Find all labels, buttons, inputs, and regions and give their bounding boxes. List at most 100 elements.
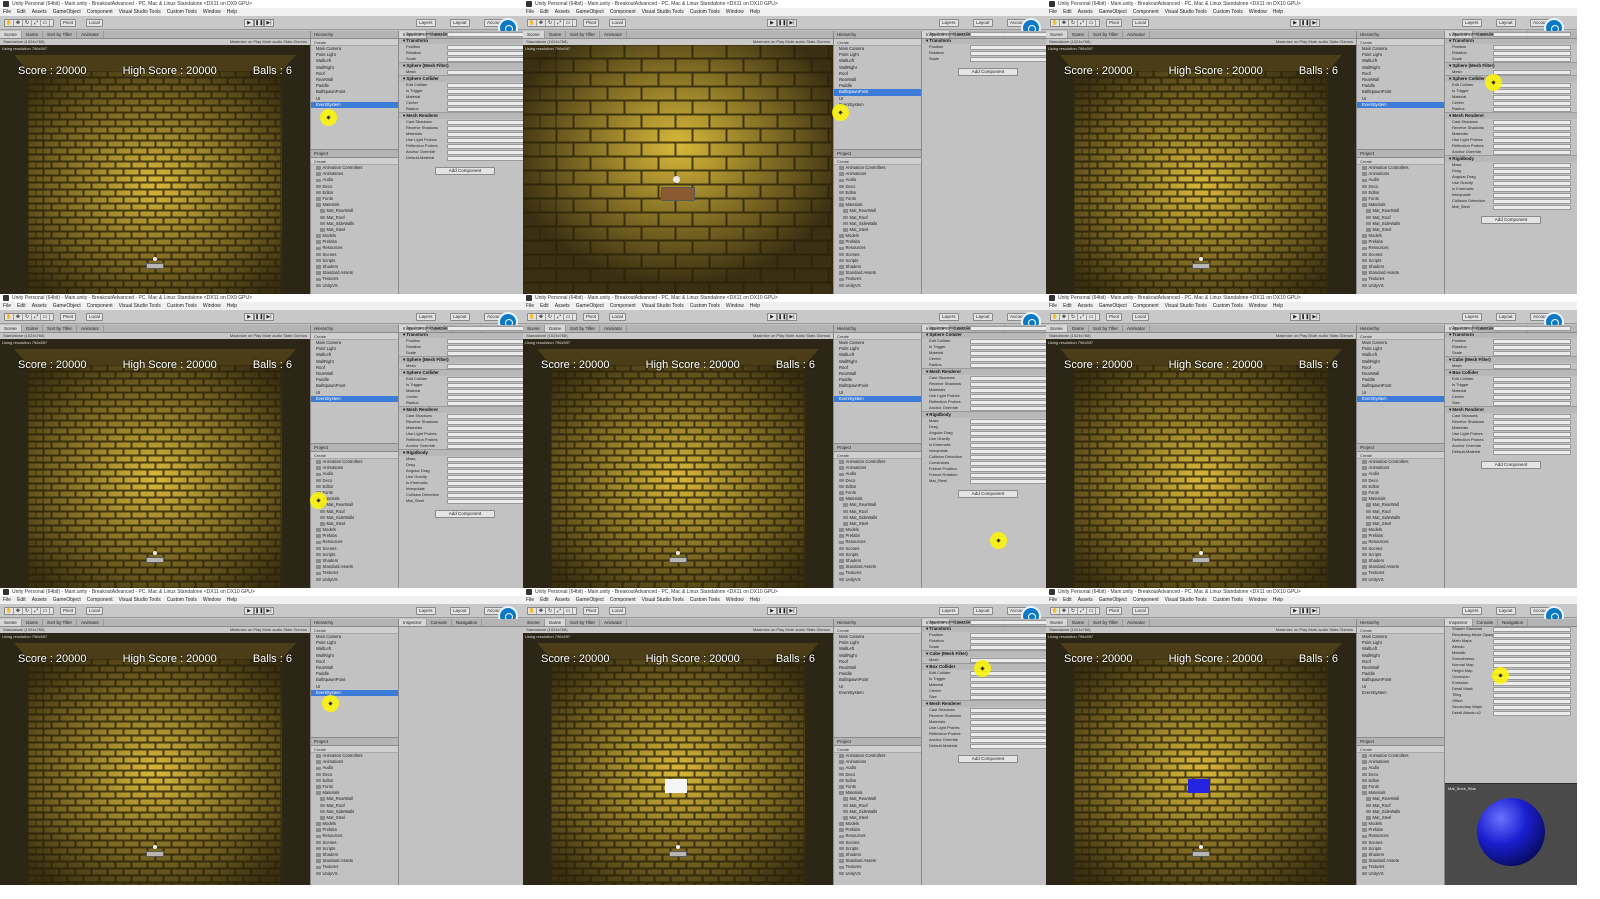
tab-scene[interactable]: Scene <box>0 619 22 626</box>
rect-tool-icon[interactable]: ▭ <box>41 608 50 614</box>
menu-assets[interactable]: Assets <box>552 596 573 604</box>
property-field[interactable] <box>1493 633 1571 638</box>
add-component-button[interactable]: Add Component <box>958 755 1018 763</box>
play-icon[interactable]: ▶ <box>767 313 777 321</box>
property-field[interactable] <box>1493 401 1571 406</box>
property-field[interactable] <box>970 677 1048 682</box>
pause-icon[interactable]: ❚❚ <box>777 607 787 615</box>
project-create-dropdown[interactable]: Create <box>1357 746 1444 753</box>
menu-component[interactable]: Component <box>84 596 116 604</box>
pivot-toggle[interactable]: Pivot <box>583 607 600 615</box>
property-field[interactable] <box>1493 193 1571 198</box>
layers-dropdown[interactable]: Layers <box>416 19 436 27</box>
hierarchy-create-dropdown[interactable]: Create <box>311 39 398 46</box>
layers-dropdown[interactable]: Layers <box>416 313 436 321</box>
pivot-toggle[interactable]: Pivot <box>60 313 77 321</box>
rotate-tool-icon[interactable]: ↻ <box>546 20 555 26</box>
hierarchy-item[interactable]: EventSystem <box>1357 690 1444 696</box>
tab-game[interactable]: Game <box>544 325 567 332</box>
transform-tools[interactable]: ✋ ✥ ↻ ⤢ ▭ <box>1050 19 1100 27</box>
property-field[interactable] <box>447 57 525 62</box>
project-item[interactable]: UnityVS <box>834 577 921 583</box>
property-field[interactable] <box>1493 70 1571 75</box>
layout-dropdown[interactable]: Layout <box>973 19 993 27</box>
menu-window[interactable]: Window <box>200 596 224 604</box>
hierarchy-item[interactable]: EventSystem <box>311 395 398 402</box>
game-viewport[interactable]: Using resolution 796x597 Score : 20000 H… <box>0 339 310 591</box>
menu-custom-tools[interactable]: Custom Tools <box>164 596 200 604</box>
tab-game[interactable]: Game <box>1068 31 1090 38</box>
property-field[interactable] <box>447 487 525 492</box>
display-resolution-dropdown[interactable]: Standalone (1024x768) <box>3 627 45 632</box>
component-header[interactable]: ▾ Sphere Collider <box>1445 75 1577 82</box>
property-field[interactable] <box>447 426 525 431</box>
add-component-button[interactable]: Add Component <box>1481 216 1541 224</box>
pause-icon[interactable]: ❚❚ <box>254 313 264 321</box>
step-icon[interactable]: ▶| <box>264 19 274 27</box>
property-field[interactable] <box>970 394 1048 399</box>
property-field[interactable] <box>447 432 525 437</box>
move-tool-icon[interactable]: ✥ <box>1060 314 1069 320</box>
layers-dropdown[interactable]: Layers <box>939 313 959 321</box>
local-global-toggle[interactable]: Local <box>1132 607 1149 615</box>
menu-help[interactable]: Help <box>1270 302 1286 310</box>
project-tab[interactable]: Project <box>1357 738 1444 746</box>
property-field[interactable] <box>970 720 1048 725</box>
property-field[interactable] <box>1493 450 1571 455</box>
property-field[interactable] <box>1493 83 1571 88</box>
hand-tool-icon[interactable]: ✋ <box>1051 608 1060 614</box>
tab-scene[interactable]: Scene <box>0 325 22 332</box>
pivot-toggle[interactable]: Pivot <box>1106 313 1123 321</box>
menu-help[interactable]: Help <box>224 8 240 16</box>
hierarchy-create-dropdown[interactable]: Create <box>834 627 921 634</box>
scale-tool-icon[interactable]: ⤢ <box>32 314 41 320</box>
property-field[interactable] <box>447 126 525 131</box>
menu-edit[interactable]: Edit <box>14 302 29 310</box>
hierarchy-create-dropdown[interactable]: Create <box>1357 39 1444 46</box>
project-create-dropdown[interactable]: Create <box>834 158 921 165</box>
tab-scene[interactable]: Scene <box>523 619 545 626</box>
tab-inspector[interactable]: Inspector <box>399 619 427 626</box>
tab-sort-by-tiller[interactable]: Sort by Tiller <box>43 325 78 332</box>
component-header[interactable]: ▾ Cube (Mesh Filter) <box>922 650 1054 657</box>
menu-assets[interactable]: Assets <box>1075 302 1096 310</box>
menu-help[interactable]: Help <box>224 596 240 604</box>
property-field[interactable] <box>970 326 1048 331</box>
property-field[interactable] <box>970 732 1048 737</box>
tab-scene[interactable]: Scene <box>523 31 545 38</box>
menu-gameobject[interactable]: GameObject <box>50 8 84 16</box>
menu-visual-studio-tools[interactable]: Visual Studio Tools <box>639 596 687 604</box>
component-header[interactable]: ▾ Rigidbody <box>1445 155 1577 162</box>
rect-tool-icon[interactable]: ▭ <box>41 314 50 320</box>
transform-tools[interactable]: ✋ ✥ ↻ ⤢ ▭ <box>527 607 577 615</box>
menu-edit[interactable]: Edit <box>14 8 29 16</box>
project-tab[interactable]: Project <box>1357 444 1444 452</box>
pivot-toggle[interactable]: Pivot <box>60 19 77 27</box>
add-component-button[interactable]: Add Component <box>958 68 1018 76</box>
property-field[interactable] <box>447 414 525 419</box>
play-icon[interactable]: ▶ <box>244 607 254 615</box>
property-field[interactable] <box>970 382 1048 387</box>
hierarchy-create-dropdown[interactable]: Create <box>311 627 398 634</box>
play-icon[interactable]: ▶ <box>1290 19 1300 27</box>
project-item[interactable]: UnityVS <box>834 871 921 877</box>
rotate-tool-icon[interactable]: ↻ <box>23 314 32 320</box>
component-header[interactable]: ▾ Mesh Renderer <box>399 406 531 413</box>
hierarchy-create-dropdown[interactable]: Create <box>834 39 921 46</box>
property-field[interactable] <box>447 144 525 149</box>
transform-tools[interactable]: ✋ ✥ ↻ ⤢ ▭ <box>4 313 54 321</box>
component-header[interactable]: ▾ Mesh Renderer <box>1445 406 1577 413</box>
property-field[interactable] <box>1493 89 1571 94</box>
property-field[interactable] <box>970 437 1048 442</box>
rect-tool-icon[interactable]: ▭ <box>564 608 573 614</box>
property-field[interactable] <box>1493 339 1571 344</box>
tab-sort-by-tiller[interactable]: Sort by Tiller <box>43 31 78 38</box>
step-icon[interactable]: ▶| <box>1310 607 1320 615</box>
tab-game[interactable]: Game <box>1068 619 1090 626</box>
menu-visual-studio-tools[interactable]: Visual Studio Tools <box>1162 8 1210 16</box>
hierarchy-item[interactable]: EventSystem <box>1357 101 1444 108</box>
property-field[interactable] <box>447 107 525 112</box>
property-field[interactable] <box>970 639 1048 644</box>
hierarchy-tab[interactable]: Hierarchy <box>1357 325 1444 333</box>
menu-custom-tools[interactable]: Custom Tools <box>164 302 200 310</box>
